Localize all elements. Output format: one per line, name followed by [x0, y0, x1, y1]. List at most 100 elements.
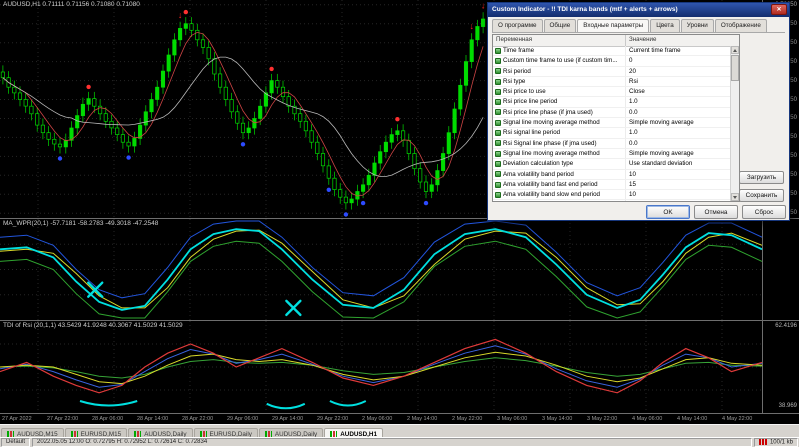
tdi-scale-max: 62.4196 — [775, 323, 797, 329]
profile-label[interactable]: Default — [1, 438, 30, 447]
dialog-tab[interactable]: Общие — [544, 19, 577, 32]
param-value[interactable]: Simple moving average — [626, 149, 730, 158]
param-name: Ama volatility band slow end period — [503, 190, 600, 199]
dialog-tab[interactable]: Цвета — [650, 19, 680, 32]
load-button[interactable]: Загрузить — [739, 171, 784, 184]
param-name: Rsi period — [503, 67, 531, 76]
param-type-icon — [495, 58, 501, 64]
time-axis-label: 28 Apr 14:00 — [137, 416, 168, 422]
parameters-rows: Time frameCurrent time frameCustom time … — [493, 46, 730, 201]
ma-wpr-label: MA_WPR(20,1) -57.7181 -58.2783 -49.3018 … — [3, 220, 158, 227]
param-value[interactable]: Current time frame — [626, 46, 730, 55]
dialog-tab[interactable]: Отображение — [715, 19, 767, 32]
param-name: Signal line moving average method — [503, 149, 600, 158]
scroll-up-icon[interactable] — [731, 46, 739, 54]
param-name: Rsi price to use — [503, 87, 546, 96]
time-axis-label: 3 May 14:00 — [542, 416, 572, 422]
param-row[interactable]: Rsi signal line period 1.0 — [493, 128, 730, 138]
param-value[interactable]: 0.0 — [626, 139, 730, 148]
time-axis-label: 2 May 06:00 — [362, 416, 392, 422]
column-variable[interactable]: Переменная — [493, 35, 626, 46]
param-type-icon — [495, 99, 501, 105]
param-row[interactable]: Custom time frame to use (if custom tim.… — [493, 56, 730, 66]
ma-wpr-chart — [0, 219, 762, 320]
mt4-terminal: ↓↓↓ AUDUSD,H1 0.71111 0.71156 0.71080 0.… — [0, 0, 799, 447]
scroll-thumb[interactable] — [731, 55, 739, 81]
cancel-button[interactable]: Отмена — [694, 205, 738, 219]
param-row[interactable]: Rsi Signal line phase (if jma used) 0.0 — [493, 139, 730, 149]
param-name: Ama volatility band smooth-power — [503, 200, 596, 202]
time-axis-label: 28 Apr 22:00 — [182, 416, 213, 422]
param-row[interactable]: Ama volatility band slow end period 10 — [493, 190, 730, 200]
param-value[interactable]: 20 — [626, 67, 730, 76]
param-row[interactable]: Deviation calculation type Use standard d… — [493, 159, 730, 169]
scroll-down-icon[interactable] — [731, 193, 739, 201]
time-axis[interactable]: 27 Apr 202227 Apr 22:0028 Apr 06:0028 Ap… — [0, 413, 799, 424]
param-type-icon — [495, 130, 501, 136]
param-value[interactable]: 1.0 — [626, 128, 730, 137]
svg-text:↓: ↓ — [178, 10, 183, 20]
param-type-icon — [495, 79, 501, 85]
param-row[interactable]: Ama volatility band smooth-power 2 — [493, 200, 730, 202]
param-value[interactable]: Simple moving average — [626, 118, 730, 127]
param-name: Custom time frame to use (if custom tim.… — [503, 56, 618, 65]
param-value[interactable]: 0 — [626, 56, 730, 65]
param-name: Signal line moving average method — [503, 118, 600, 127]
param-row[interactable]: Signal line moving average method Simple … — [493, 118, 730, 128]
dialog-tab[interactable]: О программе — [492, 19, 543, 32]
param-value[interactable]: Use standard deviation — [626, 159, 730, 168]
dialog-tab[interactable]: Входные параметры — [577, 19, 649, 32]
dialog-tab[interactable]: Уровни — [681, 19, 714, 32]
close-icon[interactable]: ✕ — [771, 4, 787, 15]
save-button[interactable]: Сохранить — [739, 189, 784, 202]
param-value[interactable]: Close — [626, 87, 730, 96]
dialog-title: Custom Indicator - !! TDI karna bands (m… — [492, 6, 678, 13]
reset-button[interactable]: Сброс — [742, 205, 786, 219]
param-name: Rsi Signal line phase (if jma used) — [503, 139, 597, 148]
param-value[interactable]: 2 — [626, 200, 730, 202]
param-row[interactable]: Rsi price line phase (if jma used) 0.0 — [493, 108, 730, 118]
time-axis-label: 4 May 06:00 — [632, 416, 662, 422]
bar-info: 2022.05.05 12:00 O: 0.72795 H: 0.72952 L… — [32, 438, 752, 447]
svg-text:↓: ↓ — [481, 0, 486, 10]
param-row[interactable]: Ama volatility band fast end period 15 — [493, 180, 730, 190]
dialog-titlebar[interactable]: Custom Indicator - !! TDI karna bands (m… — [488, 3, 789, 17]
param-type-icon — [495, 182, 501, 188]
table-scrollbar[interactable] — [730, 46, 739, 201]
column-value[interactable]: Значение — [626, 35, 739, 46]
param-row[interactable]: Ama volatility band period10 — [493, 170, 730, 180]
param-row[interactable]: Time frameCurrent time frame — [493, 46, 730, 56]
param-row[interactable]: Rsi price line period 1.0 — [493, 97, 730, 107]
param-value[interactable]: 10 — [626, 190, 730, 199]
time-axis-label: 3 May 06:00 — [497, 416, 527, 422]
ok-button[interactable]: OK — [646, 205, 690, 219]
param-value[interactable]: 10 — [626, 170, 730, 179]
connection-text: 100/1 kb — [770, 440, 793, 446]
param-row[interactable]: Rsi typeRsi — [493, 77, 730, 87]
param-row[interactable]: Rsi price to use Close — [493, 87, 730, 97]
time-axis-label: 29 Apr 22:00 — [317, 416, 348, 422]
param-name: Rsi signal line period — [503, 128, 560, 137]
svg-text:↓: ↓ — [469, 21, 474, 31]
param-type-icon — [495, 140, 501, 146]
param-type-icon — [495, 120, 501, 126]
param-type-icon — [495, 48, 501, 54]
indicator-dialog: Custom Indicator - !! TDI karna bands (m… — [487, 2, 790, 221]
status-bar: Default 2022.05.05 12:00 O: 0.72795 H: 0… — [0, 437, 799, 447]
param-name: Ama volatility band fast end period — [503, 180, 598, 189]
param-row[interactable]: Rsi period 20 — [493, 67, 730, 77]
tdi-panel[interactable]: TDI of Rsi (20,1,1) 43.5429 41.9248 40.3… — [0, 321, 762, 413]
param-value[interactable]: Rsi — [626, 77, 730, 86]
chart-tab-bar: AUDUSD,M15EURUSD,M15AUDUSD,DailyEURUSD,D… — [0, 424, 799, 437]
param-name: Rsi price line phase (if jma used) — [503, 108, 593, 117]
dialog-tabs: О программеОбщиеВходные параметрыЦветаУр… — [492, 19, 785, 33]
time-axis-label: 29 Apr 14:00 — [272, 416, 303, 422]
ma-wpr-panel[interactable]: MA_WPR(20,1) -57.7181 -58.2783 -49.3018 … — [0, 219, 762, 320]
param-name: Deviation calculation type — [503, 159, 573, 168]
param-value[interactable]: 0.0 — [626, 108, 730, 117]
panel-separator[interactable] — [0, 320, 799, 321]
param-name: Rsi price line period — [503, 97, 557, 106]
param-row[interactable]: Signal line moving average method Simple … — [493, 149, 730, 159]
param-value[interactable]: 1.0 — [626, 97, 730, 106]
param-value[interactable]: 15 — [626, 180, 730, 189]
